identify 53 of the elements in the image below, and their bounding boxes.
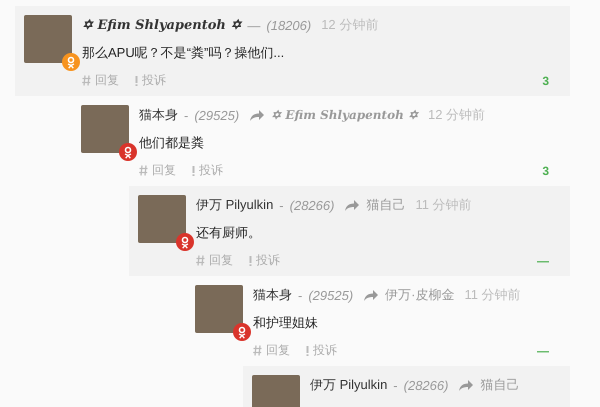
avatar-photo-placeholder [24,15,72,63]
hash-icon [253,345,262,356]
vote-count: — [537,344,549,358]
author-name[interactable]: 猫本身 [253,286,292,304]
reply-arrow-icon [249,109,266,121]
report-button[interactable]: 投诉 [142,72,166,89]
reply-to-name[interactable]: 伊万·皮柳金 [385,286,454,304]
reply-button[interactable]: 回复 [209,252,233,269]
vote-count: 3 [542,164,549,178]
user-rating: (29525) [308,288,354,302]
reply-to-name[interactable]: ✡ Efim Shlyapentoh ✡ [271,108,418,122]
separator-dash: - [298,288,302,302]
reply-arrow-icon [363,289,380,301]
reply-button[interactable]: 回复 [95,72,119,89]
reply-to-name[interactable]: 猫自己 [480,376,520,394]
avatar-photo-placeholder [81,105,129,153]
exclamation-icon [135,76,138,86]
comment-time: 11 分钟前 [464,286,521,304]
report-button[interactable]: 投诉 [313,342,337,359]
reply-arrow-icon [344,199,360,211]
reply-to-name[interactable]: 猫自己 [366,196,406,214]
report-button[interactable]: 投诉 [199,162,223,179]
comment-text: 那么APU呢？不是“粪”吗？操他们... [82,44,286,62]
separator-dash: - [184,108,188,122]
author-name[interactable]: ✡ Efim Shlyapentoh ✡ [82,17,242,33]
exclamation-icon [306,346,309,356]
author-name[interactable]: 伊万 Pilyulkin [310,376,388,394]
exclamation-icon [192,166,195,176]
vote-count: 3 [542,74,549,88]
hash-icon [196,255,205,266]
author-name[interactable]: 伊万 Pilyulkin [196,196,274,214]
reply-button[interactable]: 回复 [266,342,290,359]
reply-arrow-icon [458,379,474,391]
avatar-photo-placeholder [195,285,243,333]
hash-icon [139,165,148,176]
comment-text: 和护理姐妹 [253,314,319,332]
separator-dash: - [279,198,284,212]
comment-text: 还有厨师。 [196,224,262,242]
comment-time: 12 分钟前 [428,106,486,124]
user-rating: (29525) [194,108,240,122]
hash-icon [82,75,91,86]
vote-count: — [537,254,549,268]
report-button[interactable]: 投诉 [256,252,280,269]
separator-dash: — [247,18,260,32]
separator-dash: - [393,378,398,392]
user-rating: (28266) [290,198,334,212]
comment-text: 他们都是粪 [139,134,205,152]
user-rating: (28266) [404,378,448,392]
author-name[interactable]: 猫本身 [139,106,178,124]
exclamation-icon [249,256,252,266]
reply-button[interactable]: 回复 [152,162,176,179]
avatar-photo-placeholder [138,195,186,243]
user-rating: (18206) [266,18,312,32]
